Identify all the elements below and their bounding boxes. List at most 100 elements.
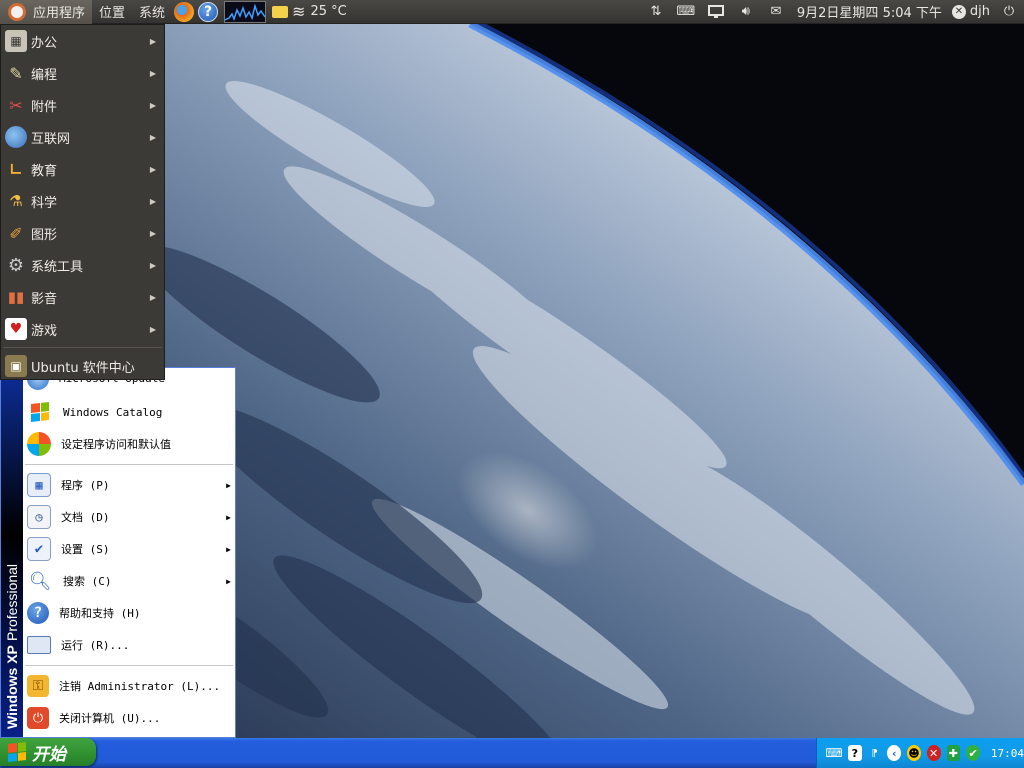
help-support-icon: ? [27,602,49,624]
network-icon[interactable]: ⇅ [645,2,667,22]
keyboard-icon[interactable]: ⌨ [675,2,697,22]
start-item-search[interactable]: 🔍︎ 搜索 (C) ▶ [23,565,235,597]
submenu-arrow-icon: ▶ [149,292,156,302]
menu-item-games[interactable]: ♥ 游戏 ▶ [1,313,164,345]
start-item-label: 关闭计算机 (U)... [59,712,161,725]
places-menu[interactable]: 位置 [92,0,132,24]
menu-separator [3,347,162,348]
education-icon: ∟ [9,159,23,179]
start-menu-separator [25,665,233,666]
panel-clock[interactable]: 9月2日星期四 5:04 下午 [797,2,942,21]
menu-item-education[interactable]: ∟ 教育 ▶ [1,153,164,185]
help-icon[interactable]: ? [198,1,219,22]
start-item-label: 设置 (S) [61,543,110,556]
menu-item-office[interactable]: ▦ 办公 ▶ [1,25,164,57]
menu-item-software-center[interactable]: ▣ Ubuntu 软件中心 [1,350,164,382]
shutdown-icon: ⏻ [27,707,49,729]
user-menu[interactable]: ✕ djh [951,4,990,19]
windows-catalog-icon [27,399,53,425]
start-button-label: 开始 [32,744,66,765]
menu-item-label: 附件 [31,99,58,115]
start-button[interactable]: 开始 [0,738,96,766]
xp-system-tray: ⌨ ? ⁋ ‹ ☻ ✕ ✚ ✔ 17:04 [816,738,1024,768]
applications-dropdown-menu: ▦ 办公 ▶ ✎ 编程 ▶ ✂ 附件 ▶ 互联网 ▶ ∟ 教育 ▶ ⚗ 科学 ▶… [0,24,165,380]
taskbar-clock[interactable]: 17:04 [991,747,1024,760]
antivirus-icon[interactable]: ✕ [926,745,941,761]
menu-item-label: 教育 [31,163,58,179]
start-item-program-access[interactable]: 设定程序访问和默认值 [23,428,235,460]
submenu-arrow-icon: ▶ [149,36,156,46]
software-center-icon: ▣ [5,355,27,377]
start-item-documents[interactable]: ◷ 文档 (D) ▶ [23,501,235,533]
menu-item-system-tools[interactable]: ⚙ 系统工具 ▶ [1,249,164,281]
start-item-label: 搜索 (C) [63,575,112,588]
start-item-run[interactable]: 运行 (R)... [23,629,235,661]
search-icon: 🔍︎ [28,570,52,592]
submenu-arrow-icon: ▶ [149,228,156,238]
start-menu-separator [25,464,233,465]
applications-menu[interactable]: 应用程序 [0,0,93,24]
language-icon[interactable]: ⁋ [868,745,882,761]
start-item-help-support[interactable]: ? 帮助和支持 (H) [23,597,235,629]
xp-start-menu: Windows XP Professional Microsoft Update… [0,367,236,738]
menu-item-graphics[interactable]: ✐ 图形 ▶ [1,217,164,249]
menu-item-programming[interactable]: ✎ 编程 ▶ [1,57,164,89]
menu-item-science[interactable]: ⚗ 科学 ▶ [1,185,164,217]
menu-item-accessories[interactable]: ✂ 附件 ▶ [1,89,164,121]
menu-item-label: 编程 [31,67,58,83]
security-shield-icon[interactable]: ✚ [946,745,961,761]
user-icon: ✕ [951,4,966,19]
keyboard-icon[interactable]: ⌨ [825,745,842,761]
xp-start-menu-banner: Windows XP Professional [1,368,23,737]
firewall-shield-icon[interactable]: ✔ [966,745,980,761]
submenu-arrow-icon: ▶ [149,100,156,110]
folder-icon[interactable] [272,5,289,18]
start-item-shutdown[interactable]: ⏻ 关闭计算机 (U)... [23,702,235,734]
settings-icon: ✔ [27,537,51,561]
power-icon[interactable]: ⏻ [998,2,1020,22]
menu-item-multimedia[interactable]: ▮▮ 影音 ▶ [1,281,164,313]
submenu-arrow-icon: ▶ [226,544,231,554]
multimedia-icon: ▮▮ [7,288,25,306]
graphics-icon: ✐ [9,223,23,243]
menu-item-label: 办公 [31,35,58,51]
display-icon[interactable] [705,2,727,22]
submenu-arrow-icon: ▶ [226,512,231,522]
menu-item-internet[interactable]: 互联网 ▶ [1,121,164,153]
qq-penguin-icon[interactable]: ☻ [907,745,921,761]
submenu-arrow-icon: ▶ [149,260,156,270]
submenu-arrow-icon: ▶ [149,196,156,206]
documents-icon: ◷ [27,505,51,529]
banner-brand: Windows XP [4,645,20,729]
firefox-icon[interactable] [174,1,195,22]
programming-icon: ✎ [9,63,23,83]
xp-taskbar: 开始 ⌨ ? ⁋ ‹ ☻ ✕ ✚ ✔ 17:04 [0,738,1024,768]
submenu-arrow-icon: ▶ [149,68,156,78]
system-menu[interactable]: 系统 [132,0,172,24]
start-item-settings[interactable]: ✔ 设置 (S) ▶ [23,533,235,565]
weather-temperature[interactable]: 25 °C [307,4,349,19]
applications-menu-label: 应用程序 [33,6,86,21]
start-item-programs[interactable]: ▦ 程序 (P) ▶ [23,469,235,501]
submenu-arrow-icon: ▶ [149,324,156,334]
menu-item-label: Ubuntu 软件中心 [31,360,135,376]
weather-fog-icon[interactable]: ≋ [292,2,305,21]
volume-icon[interactable]: 🔊︎ [735,2,757,22]
start-item-label: 设定程序访问和默认值 [61,438,171,451]
submenu-arrow-icon: ▶ [149,132,156,142]
start-item-label: 文档 (D) [61,511,110,524]
user-name: djh [969,4,990,19]
places-menu-label: 位置 [99,6,126,21]
system-monitor-icon[interactable] [224,0,267,23]
games-icon: ♥ [5,318,27,340]
help-icon[interactable]: ? [848,745,862,761]
program-access-icon [27,432,51,456]
start-item-windows-catalog[interactable]: Windows Catalog [23,396,235,428]
mail-icon[interactable]: ✉ [765,2,787,22]
start-item-label: 注销 Administrator (L)... [59,680,221,693]
system-tools-icon: ⚙ [7,254,25,276]
menu-item-label: 影音 [31,291,58,307]
start-item-logoff[interactable]: ⚿ 注销 Administrator (L)... [23,670,235,702]
accessories-icon: ✂ [9,95,23,115]
show-hidden-icons-icon[interactable]: ‹ [887,745,902,761]
